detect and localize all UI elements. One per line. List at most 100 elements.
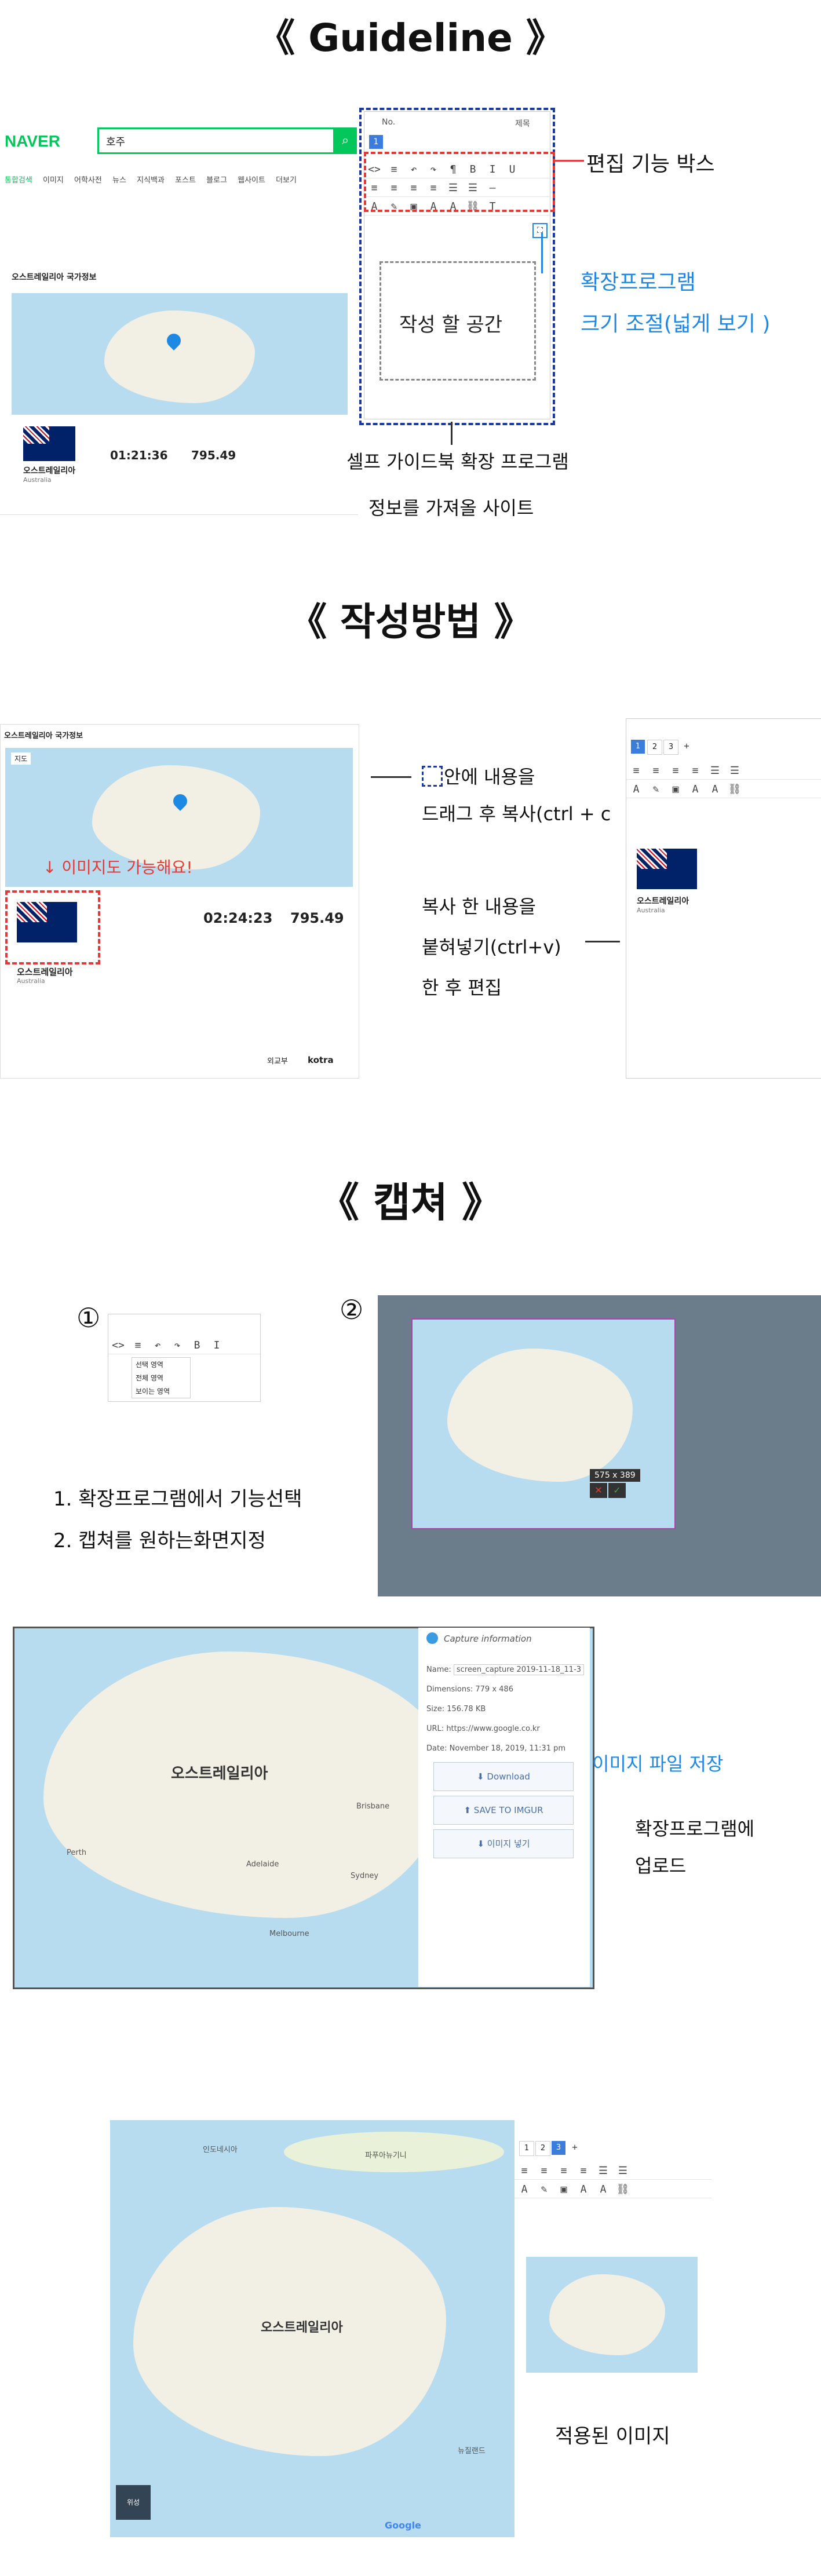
pasted-flag: [637, 849, 697, 889]
search-button[interactable]: ⌕: [334, 127, 357, 154]
method-toolbar-1[interactable]: ≡ ≡ ≡ ≡ ☰ ☰: [626, 763, 821, 780]
method-title: 《 작성방법 》: [289, 600, 532, 644]
applied-thumbnail: [526, 2257, 698, 2373]
image-ok-label: ↓ 이미지도 가능해요!: [43, 858, 193, 877]
applied-tab-2[interactable]: 2: [535, 2141, 550, 2156]
drag-text-2: 드래그 후 복사(ctrl + c: [422, 803, 611, 825]
tab-all[interactable]: 통합검색: [5, 176, 32, 185]
city-indonesia: 인도네시아: [203, 2146, 238, 2154]
tab-more[interactable]: 더보기: [276, 176, 297, 185]
selection-area[interactable]: [411, 1318, 676, 1529]
applied-editor: 1 2 3 + ≡ ≡ ≡ ≡ ☰ ☰ A ✎ ▣ A A ⛓: [515, 2120, 711, 2537]
pasted-sub: Australia: [637, 907, 665, 914]
instruction-2: 2. 캡쳐를 원하는화면지정: [53, 1529, 266, 1552]
applied-tab-1[interactable]: 1: [519, 2141, 534, 2156]
method-editor-tab-add[interactable]: +: [680, 740, 694, 754]
method-flag: [17, 902, 77, 942]
method-map-tab[interactable]: 지도: [11, 752, 31, 765]
source-label: 정보를 가져올 사이트: [368, 497, 534, 519]
capture-info-title: Capture information: [444, 1634, 532, 1644]
tab-image[interactable]: 이미지: [43, 176, 64, 185]
instruction-1: 1. 확장프로그램에서 기능선택: [53, 1488, 302, 1511]
captured-map-label: 오스트레일리아: [171, 1765, 268, 1782]
info-rows: Name: screen_capture 2019-11-18_11-3 Dim…: [426, 1660, 585, 1759]
method-editor-tab-2[interactable]: 2: [647, 740, 662, 755]
city-nz: 뉴질랜드: [458, 2447, 486, 2456]
time-value: 01:21:36: [110, 448, 168, 462]
capture-title: 《 캡쳐 》: [318, 1179, 503, 1226]
country-en: Australia: [23, 476, 52, 484]
step1-mark: ①: [76, 1302, 101, 1333]
method-country-name: 오스트레일리아: [17, 967, 73, 977]
size-badge: 575 x 389: [590, 1469, 640, 1482]
method-time: 02:24:23: [203, 910, 273, 926]
tab-website[interactable]: 웹사이트: [238, 176, 265, 185]
info-map[interactable]: [12, 293, 348, 415]
search-box[interactable]: 호주: [97, 127, 335, 154]
menu-item-full[interactable]: 전체 영역: [132, 1371, 190, 1384]
paste-text-2: 붙혀넣기(ctrl+v): [422, 936, 561, 958]
step1-editor: <> ≡ ↶ ↷ B I 선택 영역 전체 영역 보이는 영역: [108, 1314, 261, 1402]
guideline-title: 《 Guideline 》: [257, 16, 564, 60]
applied-tab-3[interactable]: 3: [552, 2141, 565, 2155]
upload-icon: ⬆: [464, 1805, 474, 1815]
city-perth: Perth: [67, 1848, 87, 1857]
method-info-header: 오스트레일리아 국가정보: [4, 732, 83, 740]
footer-logo-mofa: 외교부: [267, 1057, 288, 1066]
menu-item-selection[interactable]: 선택 영역: [132, 1358, 190, 1371]
search-icon: ⌕: [341, 133, 349, 148]
pasted-title: 오스트레일리아: [637, 897, 689, 906]
method-toolbar-2[interactable]: A ✎ ▣ A A ⛓: [626, 781, 821, 798]
drag-arrow: [371, 776, 411, 778]
self-guide-arrow: [451, 422, 453, 445]
info-row-dimensions: Dimensions: 779 x 486: [426, 1685, 513, 1694]
download-button[interactable]: ⬇ Download: [433, 1762, 574, 1791]
step1-toolbar[interactable]: <> ≡ ↶ ↷ B I: [108, 1338, 260, 1354]
nav-tabs: 통합검색 이미지 어학사전 뉴스 지식백과 포스트 블로그 웹사이트 더보기: [5, 174, 352, 188]
tab-dictionary[interactable]: 어학사전: [74, 176, 102, 185]
method-editor-tab-3[interactable]: 3: [663, 740, 678, 755]
save-label: 이미지 파일 저장: [592, 1753, 724, 1775]
naver-logo[interactable]: NAVER: [5, 132, 60, 151]
applied-tab-add[interactable]: +: [568, 2141, 582, 2155]
applied-toolbar-1[interactable]: ≡ ≡ ≡ ≡ ☰ ☰: [515, 2163, 711, 2180]
save-to-imgur-button[interactable]: ⬆ SAVE TO IMGUR: [433, 1796, 574, 1825]
expand-label-1: 확장프로그램: [581, 271, 696, 294]
google-logo: Google: [385, 2520, 421, 2531]
method-country-en: Australia: [17, 977, 45, 985]
city-sydney: Sydney: [351, 1872, 379, 1880]
cancel-selection-button[interactable]: ✕: [590, 1483, 607, 1498]
naver-screenshot: NAVER 호주 ⌕ 통합검색 이미지 어학사전 뉴스 지식백과 포스트 블로그…: [0, 109, 358, 515]
edit-box-label: 편집 기능 박스: [586, 152, 715, 176]
method-editor-tab-1[interactable]: 1: [631, 740, 645, 754]
paste-text-1: 복사 한 내용을: [422, 896, 536, 918]
confirm-selection-button[interactable]: ✓: [608, 1483, 626, 1498]
info-row-size: Size: 156.78 KB: [426, 1705, 486, 1713]
step2-mark: ②: [340, 1294, 364, 1325]
close-icon: ✕: [594, 1485, 603, 1496]
capture-info-icon: [426, 1632, 438, 1644]
method-screenshot: 오스트레일리아 국가정보 지도 오스트레일리아 Australia 02:24:…: [0, 724, 359, 1079]
info-header: 오스트레일리아 국가정보: [12, 273, 97, 282]
tab-blog[interactable]: 블로그: [206, 176, 227, 185]
tab-post[interactable]: 포스트: [175, 176, 196, 185]
search-query: 호주: [106, 136, 126, 148]
tab-news[interactable]: 뉴스: [112, 176, 126, 185]
capture-menu: 선택 영역 전체 영역 보이는 영역: [132, 1357, 191, 1398]
country-name: 오스트레일리아: [23, 466, 76, 476]
edit-box-outline: [364, 152, 555, 212]
city-adelaide: Adelaide: [246, 1860, 279, 1869]
australia-flag: [23, 426, 75, 461]
city-papua: 파푸아뉴기니: [365, 2151, 407, 2160]
sat-toggle[interactable]: 위성: [116, 2485, 151, 2520]
applied-map-label: 오스트레일리아: [261, 2321, 343, 2335]
tab-encyclopedia[interactable]: 지식백과: [137, 176, 165, 185]
step2-map: 575 x 389 ✕ ✓: [378, 1295, 821, 1596]
applied-toolbar-2[interactable]: A ✎ ▣ A A ⛓: [515, 2182, 711, 2198]
menu-item-visible[interactable]: 보이는 영역: [132, 1384, 190, 1398]
info-row-date: Date: November 18, 2019, 11:31 pm: [426, 1744, 566, 1753]
upload-label-2: 업로드: [635, 1855, 687, 1877]
insert-image-button[interactable]: ⬇ 이미지 넣기: [433, 1829, 574, 1858]
drag-text-1: 안에 내용을: [444, 766, 535, 788]
method-editor-panel: 1 2 3 + ≡ ≡ ≡ ≡ ☰ ☰ A ✎ ▣ A A ⛓ 오스트레일리아 Australia: [626, 718, 821, 1079]
